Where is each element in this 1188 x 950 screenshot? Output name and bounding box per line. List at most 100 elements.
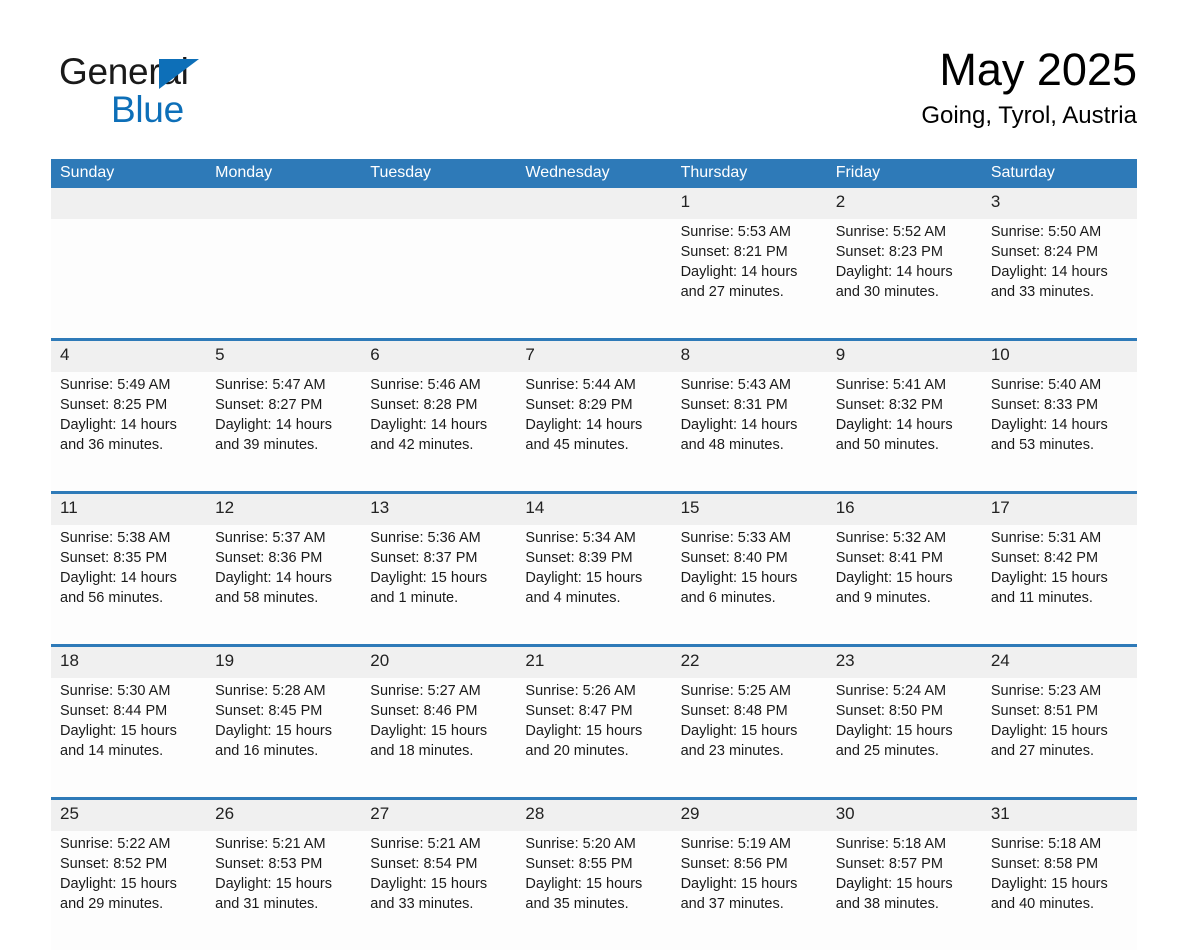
general-blue-logo[interactable]: General Blue xyxy=(59,50,319,136)
day-number[interactable]: 1 xyxy=(671,188,827,219)
day-cell[interactable]: Sunrise: 5:18 AM Sunset: 8:58 PM Daylight:… xyxy=(981,831,1137,950)
day-number[interactable]: 5 xyxy=(206,341,362,372)
day-detail-line: Sunset: 8:25 PM xyxy=(60,397,168,413)
day-detail-line: Sunrise: 5:21 AM xyxy=(215,836,326,852)
day-number[interactable]: 4 xyxy=(51,341,207,372)
day-detail-line: Sunset: 8:37 PM xyxy=(370,550,478,566)
day-detail-line: Sunset: 8:54 PM xyxy=(370,856,478,872)
day-cell[interactable]: Sunrise: 5:38 AM Sunset: 8:35 PM Daylight:… xyxy=(51,525,207,644)
day-cell[interactable]: Sunrise: 5:23 AM Sunset: 8:51 PM Daylight:… xyxy=(981,678,1137,797)
day-cell[interactable]: Sunrise: 5:21 AM Sunset: 8:53 PM Daylight:… xyxy=(206,831,362,950)
day-detail-line: Sunrise: 5:28 AM xyxy=(215,683,326,699)
day-number[interactable]: 13 xyxy=(361,494,517,525)
day-number[interactable]: 17 xyxy=(981,494,1137,525)
day-detail-line: and 18 minutes. xyxy=(370,743,474,759)
day-number[interactable]: 3 xyxy=(981,188,1137,219)
day-number[interactable]: 19 xyxy=(206,647,362,678)
day-detail-line: and 14 minutes. xyxy=(60,743,164,759)
day-cell[interactable]: Sunrise: 5:49 AM Sunset: 8:25 PM Daylight:… xyxy=(51,372,207,491)
day-number[interactable]: 30 xyxy=(826,800,982,831)
day-cell[interactable]: Sunrise: 5:18 AM Sunset: 8:57 PM Daylight:… xyxy=(826,831,982,950)
day-cell[interactable]: Sunrise: 5:37 AM Sunset: 8:36 PM Daylight:… xyxy=(206,525,362,644)
day-number[interactable]: 16 xyxy=(826,494,982,525)
day-cell[interactable]: Sunrise: 5:50 AM Sunset: 8:24 PM Daylight:… xyxy=(981,219,1137,338)
day-detail-line: and 31 minutes. xyxy=(215,896,319,912)
day-cell[interactable]: Sunrise: 5:40 AM Sunset: 8:33 PM Daylight:… xyxy=(981,372,1137,491)
day-number[interactable]: 7 xyxy=(516,341,672,372)
day-detail-line: and 56 minutes. xyxy=(60,590,164,606)
day-cell[interactable]: Sunrise: 5:30 AM Sunset: 8:44 PM Daylight:… xyxy=(51,678,207,797)
day-number[interactable]: 27 xyxy=(361,800,517,831)
day-number[interactable]: 25 xyxy=(51,800,207,831)
day-detail-line: Sunrise: 5:18 AM xyxy=(835,836,947,852)
day-number[interactable]: 31 xyxy=(981,800,1137,831)
day-cell[interactable]: Sunrise: 5:24 AM Sunset: 8:50 PM Daylight:… xyxy=(826,678,982,797)
day-number[interactable]: 12 xyxy=(206,494,362,525)
day-detail-line: Sunset: 8:53 PM xyxy=(215,856,323,872)
day-detail-line: Daylight: 15 hours xyxy=(680,570,798,586)
day-number[interactable]: 28 xyxy=(516,800,672,831)
day-detail-line: Daylight: 14 hours xyxy=(215,417,333,433)
day-cell[interactable]: Sunrise: 5:46 AM Sunset: 8:28 PM Daylight:… xyxy=(361,372,517,491)
day-detail-line: Sunrise: 5:46 AM xyxy=(370,377,481,393)
day-detail-line: Sunset: 8:58 PM xyxy=(990,856,1099,872)
day-detail-line: and 58 minutes. xyxy=(215,590,319,606)
day-cell[interactable]: Sunrise: 5:52 AM Sunset: 8:23 PM Daylight:… xyxy=(826,219,982,338)
day-number[interactable]: 24 xyxy=(981,647,1137,678)
day-cell[interactable]: Sunrise: 5:26 AM Sunset: 8:47 PM Daylight:… xyxy=(516,678,672,797)
day-detail-row: Sunrise: 5:38 AM Sunset: 8:35 PM Daylight:… xyxy=(51,525,1137,644)
day-number[interactable]: 10 xyxy=(981,341,1137,372)
day-number[interactable]: 2 xyxy=(826,188,982,219)
day-cell[interactable]: Sunrise: 5:47 AM Sunset: 8:27 PM Daylight:… xyxy=(206,372,362,491)
day-number-row: 25 26 27 28 29 30 31 xyxy=(51,800,1137,831)
day-detail-line: Sunrise: 5:21 AM xyxy=(370,836,481,852)
day-detail-line: Daylight: 14 hours xyxy=(990,417,1108,433)
day-number[interactable]: 6 xyxy=(361,341,517,372)
day-number-row: 123 xyxy=(51,188,1137,219)
day-number[interactable]: 22 xyxy=(671,647,827,678)
day-number[interactable]: 29 xyxy=(671,800,827,831)
day-number[interactable]: 21 xyxy=(516,647,672,678)
day-cell[interactable]: Sunrise: 5:53 AM Sunset: 8:21 PM Daylight:… xyxy=(671,219,827,338)
day-number[interactable]: 9 xyxy=(826,341,982,372)
day-number[interactable]: 26 xyxy=(206,800,362,831)
day-detail-line: Sunrise: 5:50 AM xyxy=(990,224,1102,240)
day-detail-row: Sunrise: 5:30 AM Sunset: 8:44 PM Daylight:… xyxy=(51,678,1137,797)
day-cell[interactable]: Sunrise: 5:22 AM Sunset: 8:52 PM Daylight:… xyxy=(51,831,207,950)
day-cell[interactable]: Sunrise: 5:32 AM Sunset: 8:41 PM Daylight:… xyxy=(826,525,982,644)
day-cell[interactable]: Sunrise: 5:20 AM Sunset: 8:55 PM Daylight:… xyxy=(516,831,672,950)
day-detail-line: Sunrise: 5:47 AM xyxy=(215,377,326,393)
day-number[interactable]: 18 xyxy=(51,647,207,678)
day-detail-line: and 39 minutes. xyxy=(215,437,319,453)
day-detail-line: Daylight: 14 hours xyxy=(835,417,953,433)
day-cell[interactable]: Sunrise: 5:36 AM Sunset: 8:37 PM Daylight:… xyxy=(361,525,517,644)
day-detail-line: Daylight: 15 hours xyxy=(990,876,1108,892)
day-detail-line: Sunset: 8:56 PM xyxy=(680,856,788,872)
day-detail-line: Sunrise: 5:44 AM xyxy=(525,377,636,393)
day-number[interactable]: 20 xyxy=(361,647,517,678)
day-cell[interactable]: Sunrise: 5:21 AM Sunset: 8:54 PM Daylight:… xyxy=(361,831,517,950)
day-number[interactable]: 11 xyxy=(51,494,207,525)
day-cell[interactable]: Sunrise: 5:19 AM Sunset: 8:56 PM Daylight:… xyxy=(671,831,827,950)
day-cell[interactable]: Sunrise: 5:31 AM Sunset: 8:42 PM Daylight:… xyxy=(981,525,1137,644)
day-cell[interactable]: Sunrise: 5:43 AM Sunset: 8:31 PM Daylight:… xyxy=(671,372,827,491)
day-detail-line: Sunset: 8:47 PM xyxy=(525,703,633,719)
day-detail-line: and 29 minutes. xyxy=(60,896,164,912)
day-cell[interactable]: Sunrise: 5:44 AM Sunset: 8:29 PM Daylight:… xyxy=(516,372,672,491)
day-number[interactable]: 14 xyxy=(516,494,672,525)
day-cell[interactable]: Sunrise: 5:25 AM Sunset: 8:48 PM Daylight:… xyxy=(671,678,827,797)
day-number[interactable]: 15 xyxy=(671,494,827,525)
day-detail-line: and 48 minutes. xyxy=(680,437,784,453)
day-detail-line: Sunrise: 5:34 AM xyxy=(525,530,636,546)
day-cell[interactable]: Sunrise: 5:28 AM Sunset: 8:45 PM Daylight:… xyxy=(206,678,362,797)
day-cell[interactable]: Sunrise: 5:34 AM Sunset: 8:39 PM Daylight:… xyxy=(516,525,672,644)
day-cell[interactable]: Sunrise: 5:33 AM Sunset: 8:40 PM Daylight:… xyxy=(671,525,827,644)
day-detail-line: and 20 minutes. xyxy=(525,743,629,759)
day-detail-line: Daylight: 15 hours xyxy=(680,876,798,892)
day-number-empty xyxy=(516,188,672,219)
day-cell[interactable]: Sunrise: 5:27 AM Sunset: 8:46 PM Daylight:… xyxy=(361,678,517,797)
day-cell[interactable]: Sunrise: 5:41 AM Sunset: 8:32 PM Daylight:… xyxy=(826,372,982,491)
day-number[interactable]: 23 xyxy=(826,647,982,678)
day-detail-line: Daylight: 15 hours xyxy=(990,570,1108,586)
day-number[interactable]: 8 xyxy=(671,341,827,372)
